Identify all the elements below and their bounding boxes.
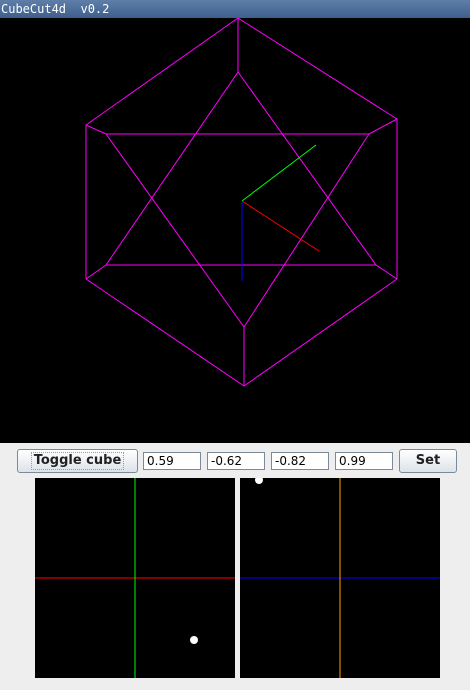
xy-pad-handle[interactable] [190,636,198,644]
set-button[interactable]: Set [399,449,457,473]
coordinate-field-2[interactable] [207,452,265,470]
coordinate-field-1[interactable] [143,452,201,470]
control-bar: Toggle cube Set [0,443,470,478]
xy-control-pad[interactable] [35,478,235,678]
window-title: CubeCut4d v0.2 [0,0,470,18]
axis-x-line [241,200,320,252]
zw-pad-canvas [240,478,440,678]
cube-wireframe [85,18,398,387]
toggle-cube-button[interactable]: Toggle cube [17,449,138,473]
zw-pad-handle[interactable] [255,478,263,484]
cube-3d-viewport[interactable] [0,18,470,443]
axis-y-line [241,144,317,202]
zw-control-pad[interactable] [240,478,440,678]
coordinate-field-4[interactable] [335,452,393,470]
xy-pad-canvas [35,478,235,678]
coordinate-field-3[interactable] [271,452,329,470]
toggle-cube-label: Toggle cube [30,452,125,470]
